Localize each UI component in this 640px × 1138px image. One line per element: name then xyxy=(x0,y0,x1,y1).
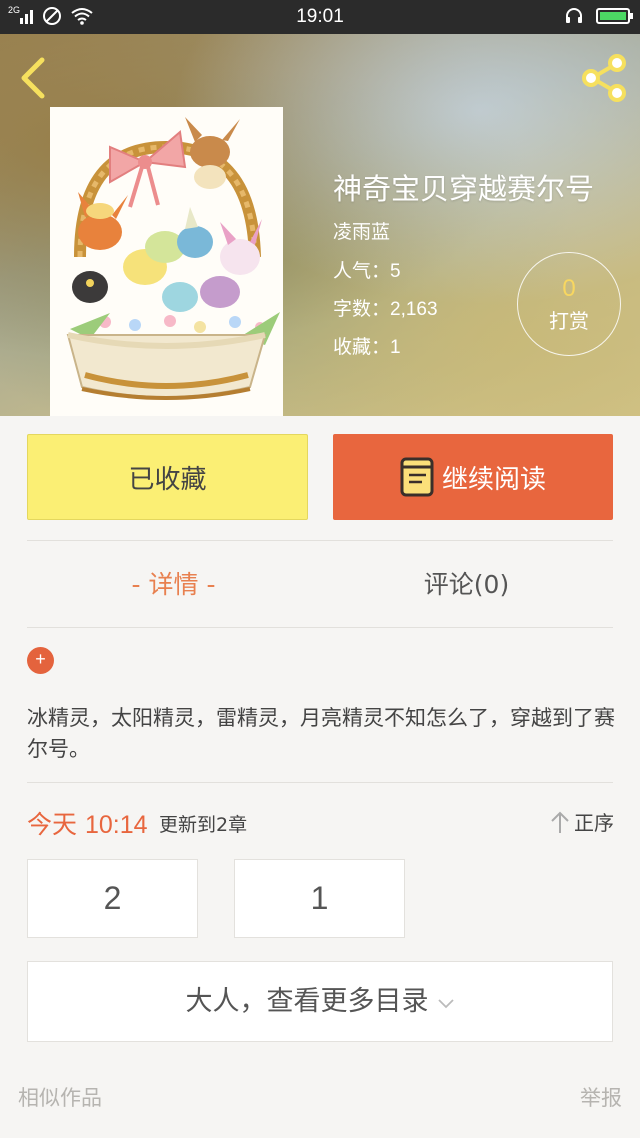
popularity-label: 人气： xyxy=(333,260,391,282)
tip-label: 打赏 xyxy=(549,309,589,333)
word-count-stat: 字数：2,163 xyxy=(333,294,438,321)
battery-icon xyxy=(596,8,633,24)
expand-button[interactable]: + xyxy=(27,647,54,674)
more-catalog-label: 大人，查看更多目录 xyxy=(185,986,429,1017)
book-icon xyxy=(400,457,434,497)
share-icon xyxy=(582,54,626,102)
book-header: 神奇宝贝穿越赛尔号 凌雨蓝 人气：5 字数：2,163 收藏：1 0 打赏 xyxy=(0,34,640,416)
chapter-button[interactable]: 1 xyxy=(234,859,405,938)
favorites-label: 收藏： xyxy=(333,336,391,358)
divider xyxy=(27,782,613,783)
divider xyxy=(27,627,613,628)
cover-illustration xyxy=(50,107,283,416)
chapter-button[interactable]: 2 xyxy=(27,859,198,938)
word-count-value: 2,163 xyxy=(390,299,438,320)
tip-count: 0 xyxy=(562,275,576,302)
book-cover[interactable] xyxy=(50,107,283,416)
headset-icon xyxy=(566,8,582,23)
popularity-stat: 人气：5 xyxy=(333,256,401,283)
update-time: 今天 10:14 xyxy=(27,805,148,841)
back-button[interactable] xyxy=(14,54,54,102)
arrow-up-icon xyxy=(551,811,569,833)
update-day: 今天 xyxy=(27,810,78,839)
continue-reading-label: 继续阅读 xyxy=(441,464,546,495)
similar-works-link[interactable]: 相似作品 xyxy=(18,1082,102,1112)
divider xyxy=(27,540,613,541)
clock: 19:01 xyxy=(296,6,344,27)
update-info: 今天 10:14 更新到2章 正序 xyxy=(27,805,617,839)
plus-icon: + xyxy=(35,649,46,669)
more-catalog-button[interactable]: 大人，查看更多目录 xyxy=(27,961,613,1042)
tab-comments[interactable]: 评论(0) xyxy=(320,560,613,610)
popularity-value: 5 xyxy=(390,261,401,282)
book-title: 神奇宝贝穿越赛尔号 xyxy=(333,172,595,206)
favorited-label: 已收藏 xyxy=(128,464,207,495)
sort-order-button[interactable]: 正序 xyxy=(550,807,614,836)
chevron-left-icon xyxy=(21,57,45,99)
status-bar: 2G 19:01 xyxy=(0,0,640,34)
book-author[interactable]: 凌雨蓝 xyxy=(333,217,390,244)
favorites-stat: 收藏：1 xyxy=(333,332,401,359)
favorites-value: 1 xyxy=(390,337,401,358)
report-link[interactable]: 举报 xyxy=(580,1082,622,1112)
chevron-down-icon xyxy=(437,998,454,1008)
tab-detail[interactable]: - 详情 - xyxy=(27,560,320,610)
update-text: 更新到2章 xyxy=(159,814,248,836)
tip-button[interactable]: 0 打赏 xyxy=(517,252,621,356)
share-button[interactable] xyxy=(578,52,630,104)
book-description: 冰精灵，太阳精灵，雷精灵，月亮精灵不知怎么了，穿越到了赛尔号。 xyxy=(27,706,615,761)
favorited-button[interactable]: 已收藏 xyxy=(27,434,308,520)
update-clock: 10:14 xyxy=(84,811,148,839)
sort-order-label: 正序 xyxy=(574,811,614,835)
word-count-label: 字数： xyxy=(333,298,391,320)
continue-reading-button[interactable]: 继续阅读 xyxy=(333,434,613,520)
